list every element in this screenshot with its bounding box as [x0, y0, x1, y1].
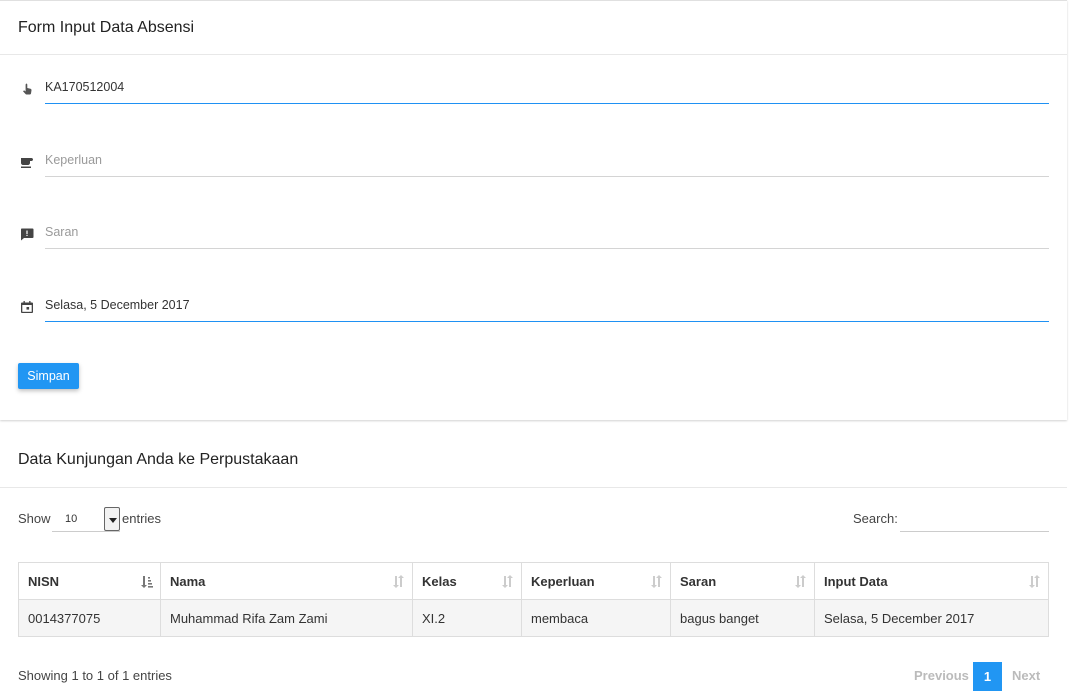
saran-field[interactable]: Saran: [18, 219, 1049, 249]
touch-hand-icon: [23, 83, 32, 95]
pagination-next[interactable]: Next: [1012, 668, 1040, 683]
keperluan-placeholder: Keperluan: [45, 153, 102, 167]
entries-value: 10: [65, 513, 78, 525]
cell-keperluan: membaca: [521, 599, 671, 637]
visits-divider: [0, 487, 1067, 488]
cell-nisn: 0014377075: [18, 599, 161, 637]
col-header-nama[interactable]: Nama: [160, 562, 413, 600]
show-label: Show: [18, 511, 51, 526]
col-label: Kelas: [422, 573, 457, 589]
col-header-keperluan[interactable]: Keperluan: [521, 562, 671, 600]
cell-kelas: XI.2: [412, 599, 522, 637]
keperluan-field[interactable]: Keperluan: [18, 147, 1049, 177]
sort-icon: [795, 575, 806, 588]
sort-icon: [1029, 575, 1040, 588]
col-label: NISN: [28, 573, 60, 589]
col-label: Input Data: [824, 573, 888, 589]
form-title: Form Input Data Absensi: [18, 19, 195, 36]
col-label: Saran: [680, 573, 717, 589]
visits-card: Data Kunjungan Anda ke Perpustakaan Show…: [0, 432, 1067, 696]
cell-saran: bagus banget: [670, 599, 815, 637]
date-field[interactable]: Selasa, 5 December 2017: [18, 292, 1049, 322]
keperluan-underline: [45, 176, 1049, 177]
col-header-kelas[interactable]: Kelas: [412, 562, 522, 600]
cell-input-data: Selasa, 5 December 2017: [814, 599, 1049, 637]
date-underline: [45, 321, 1049, 322]
table-info: Showing 1 to 1 of 1 entries: [18, 668, 172, 683]
visits-table: NISN Nama Kelas Keperluan Saran Input Da…: [18, 562, 1049, 637]
col-header-input-data[interactable]: Input Data: [814, 562, 1049, 600]
search-label: Search:: [853, 511, 898, 526]
nisn-underline: [45, 103, 1049, 104]
nisn-value: KA170512004: [45, 80, 125, 94]
col-label: Keperluan: [531, 573, 595, 589]
feedback-icon: [21, 228, 34, 241]
coffee-icon: [21, 158, 33, 168]
pagination-page-1[interactable]: 1: [973, 662, 1002, 691]
sort-icon: [651, 575, 662, 588]
table-row: 0014377075 Muhammad Rifa Zam Zami XI.2 m…: [18, 599, 1049, 637]
visits-title: Data Kunjungan Anda ke Perpustakaan: [18, 451, 299, 468]
calendar-icon: [21, 301, 33, 313]
entries-label: entries: [122, 511, 162, 526]
form-card: Form Input Data Absensi KA170512004 Kepe…: [0, 0, 1067, 420]
cell-nama: Muhammad Rifa Zam Zami: [160, 599, 413, 637]
col-header-saran[interactable]: Saran: [670, 562, 815, 600]
form-divider: [0, 54, 1067, 55]
nisn-field[interactable]: KA170512004: [18, 74, 1049, 104]
table-search: Search:: [853, 511, 1049, 532]
sort-icon: [502, 575, 513, 588]
sort-asc-icon: [141, 576, 153, 588]
pagination-previous[interactable]: Previous: [914, 668, 969, 683]
chevron-down-icon[interactable]: [104, 507, 120, 531]
save-button[interactable]: Simpan: [18, 363, 79, 389]
search-input[interactable]: [900, 507, 1049, 532]
saran-placeholder: Saran: [45, 225, 79, 239]
sort-icon: [393, 575, 404, 588]
col-label: Nama: [170, 573, 206, 589]
date-value: Selasa, 5 December 2017: [45, 298, 190, 312]
saran-underline: [45, 248, 1049, 249]
col-header-nisn[interactable]: NISN: [18, 562, 161, 600]
